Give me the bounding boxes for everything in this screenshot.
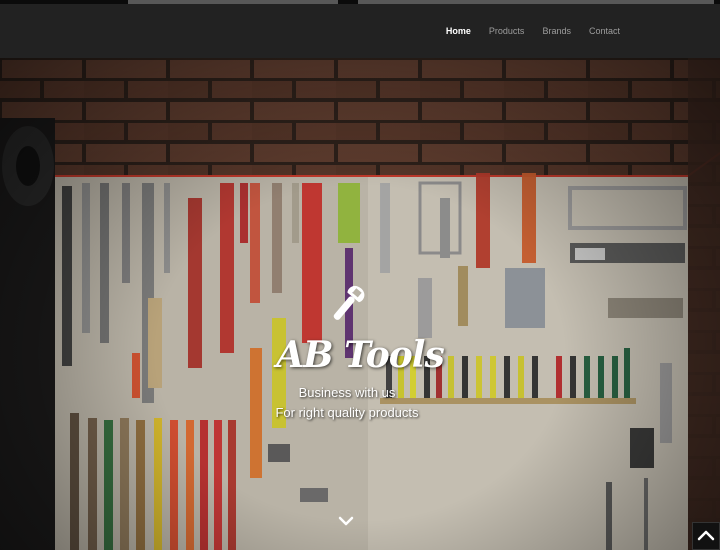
- tagline-primary: Business with us: [298, 385, 396, 400]
- nav-menu: Home Products Brands Contact: [446, 26, 620, 36]
- back-to-top-button[interactable]: [692, 522, 720, 550]
- nav-home[interactable]: Home: [446, 26, 471, 36]
- wrench-icon: [333, 285, 365, 320]
- nav-contact[interactable]: Contact: [589, 26, 620, 36]
- tagline-secondary: For right quality products: [275, 405, 419, 420]
- chevron-down-icon[interactable]: [338, 515, 354, 527]
- navbar: Home Products Brands Contact: [0, 4, 720, 58]
- nav-brands[interactable]: Brands: [542, 26, 571, 36]
- nav-products[interactable]: Products: [489, 26, 525, 36]
- chevron-up-icon: [697, 530, 715, 541]
- brand-title: AB Tools: [276, 334, 445, 376]
